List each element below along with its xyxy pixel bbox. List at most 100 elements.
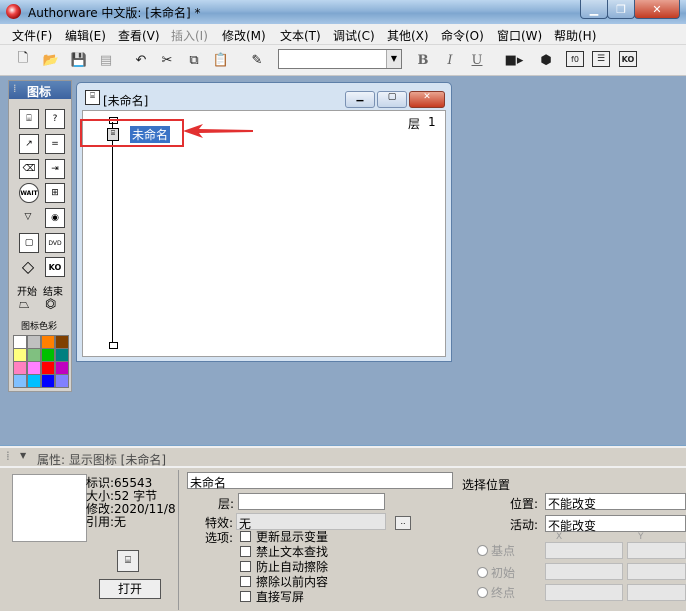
navigate-icon[interactable]: ⇥ <box>45 159 65 179</box>
color-swatch[interactable] <box>41 361 55 375</box>
undo-icon[interactable]: ↶ <box>132 51 150 69</box>
color-swatch[interactable] <box>13 374 27 388</box>
activity-label: 活动: <box>510 518 539 532</box>
option-checkbox[interactable] <box>240 531 251 542</box>
grip-icon[interactable]: ⁞ <box>6 449 10 463</box>
collapse-icon[interactable]: ▼ <box>20 451 26 460</box>
open-folder-icon[interactable]: 📂 <box>42 51 60 69</box>
flowline-canvas[interactable]: 层 1 ⌸ 未命名 <box>80 110 446 357</box>
close-icon[interactable]: ✕ <box>409 91 445 108</box>
base-y-field[interactable] <box>627 542 686 559</box>
chevron-down-icon[interactable]: ▼ <box>386 50 401 68</box>
option-checkbox[interactable] <box>240 591 251 602</box>
sound-icon[interactable]: ◉ <box>45 208 65 228</box>
menu-text[interactable]: 文本(T) <box>280 27 321 44</box>
paste-icon[interactable]: 📋 <box>212 51 230 69</box>
control-panel-icon[interactable]: ⬢ <box>537 51 555 69</box>
ko-icon[interactable]: KO <box>45 257 65 277</box>
base-radio[interactable] <box>477 545 488 556</box>
minimize-icon[interactable]: ▁ <box>580 0 608 19</box>
function-icon[interactable]: f0 <box>566 51 584 67</box>
option-checkbox[interactable] <box>240 576 251 587</box>
color-swatch[interactable] <box>41 348 55 362</box>
variables-icon[interactable]: ☰ <box>592 51 610 67</box>
color-swatch[interactable] <box>13 361 27 375</box>
font-select[interactable]: ▼ <box>278 49 402 69</box>
calculation-icon[interactable]: = <box>45 134 65 154</box>
decision-icon[interactable]: ▽ <box>19 208 37 226</box>
underline-button[interactable]: U <box>468 51 486 69</box>
close-icon[interactable]: ✕ <box>634 0 680 19</box>
dvd-icon[interactable]: DVD <box>45 233 65 253</box>
color-swatch[interactable] <box>13 335 27 349</box>
diamond-icon[interactable]: ◇ <box>19 257 37 276</box>
menu-help[interactable]: 帮助(H) <box>554 27 596 44</box>
menu-other[interactable]: 其他(X) <box>387 27 429 44</box>
display-icon[interactable]: ⌸ <box>19 109 39 129</box>
window-title: Authorware 中文版: [未命名] * <box>28 6 201 20</box>
cut-icon[interactable]: ✂ <box>158 51 176 69</box>
option-checkbox[interactable] <box>240 561 251 572</box>
option-checkbox[interactable] <box>240 546 251 557</box>
color-swatch[interactable] <box>55 335 69 349</box>
pointer-arrow-icon <box>183 124 253 138</box>
color-swatch[interactable] <box>41 374 55 388</box>
copy-icon[interactable]: ⧉ <box>185 51 203 69</box>
wait-icon[interactable]: WAIT <box>19 183 39 203</box>
menu-modify[interactable]: 修改(M) <box>222 27 266 44</box>
framework-icon[interactable]: ⊞ <box>45 183 65 203</box>
color-swatch[interactable] <box>55 361 69 375</box>
import-icon[interactable]: ▤ <box>97 51 115 69</box>
initial-radio[interactable] <box>477 567 488 578</box>
menu-command[interactable]: 命令(O) <box>441 27 484 44</box>
end-radio[interactable] <box>477 587 488 598</box>
menu-insert[interactable]: 插入(I) <box>171 27 208 44</box>
color-swatch[interactable] <box>27 348 41 362</box>
bold-button[interactable]: B <box>414 51 432 69</box>
open-button[interactable]: 打开 <box>99 579 161 599</box>
end-y-field[interactable] <box>627 584 686 601</box>
color-swatch[interactable] <box>13 348 27 362</box>
map-icon[interactable]: ▢ <box>19 233 39 253</box>
knowledge-object-icon[interactable]: KO <box>619 51 637 67</box>
activity-select[interactable]: 不能改变 <box>545 515 686 533</box>
initial-y-field[interactable] <box>627 563 686 580</box>
motion-icon[interactable]: ↗ <box>19 134 39 154</box>
properties-header[interactable]: ⁞ ▼ 属性: 显示图标 [未命名] <box>0 448 686 467</box>
palette-header[interactable]: ⁞ 图标 <box>9 81 71 99</box>
color-swatch[interactable] <box>41 335 55 349</box>
save-icon[interactable]: 💾 <box>70 51 88 69</box>
minimize-icon[interactable]: ▁ <box>345 91 375 108</box>
find-icon[interactable]: ✎ <box>248 51 266 69</box>
end-flag-icon[interactable]: ⏣ <box>45 297 56 312</box>
interaction-icon[interactable]: ? <box>45 109 65 129</box>
divider <box>178 470 179 610</box>
color-swatch[interactable] <box>27 374 41 388</box>
position-select[interactable]: 不能改变 <box>545 493 686 511</box>
menu-window[interactable]: 窗口(W) <box>497 27 542 44</box>
app-icon[interactable] <box>6 4 21 19</box>
color-swatch[interactable] <box>55 374 69 388</box>
maximize-icon[interactable]: ❐ <box>607 0 635 19</box>
highlight-box <box>80 119 184 147</box>
effect-browse-button[interactable]: .. <box>395 516 411 530</box>
menu-view[interactable]: 查看(V) <box>118 27 160 44</box>
color-swatch[interactable] <box>55 348 69 362</box>
color-swatch[interactable] <box>27 335 41 349</box>
grip-icon[interactable]: ⁞ <box>13 82 17 95</box>
base-x-field[interactable] <box>545 542 623 559</box>
erase-icon[interactable]: ⌫ <box>19 159 39 179</box>
menu-debug[interactable]: 调试(C) <box>333 27 375 44</box>
restart-icon[interactable]: ■▸ <box>505 51 524 69</box>
italic-button[interactable]: I <box>441 51 459 69</box>
layer-field[interactable] <box>238 493 385 510</box>
icon-name-field[interactable]: 未命名 <box>187 472 453 490</box>
menu-edit[interactable]: 编辑(E) <box>65 27 106 44</box>
menu-file[interactable]: 文件(F) <box>12 27 52 44</box>
start-flag-icon[interactable]: ⏢ <box>19 297 29 312</box>
color-swatch[interactable] <box>27 361 41 375</box>
maximize-icon[interactable]: ▢ <box>377 91 407 108</box>
initial-x-field[interactable] <box>545 563 623 580</box>
new-file-icon[interactable]: 🗋 <box>14 51 32 69</box>
end-x-field[interactable] <box>545 584 623 601</box>
